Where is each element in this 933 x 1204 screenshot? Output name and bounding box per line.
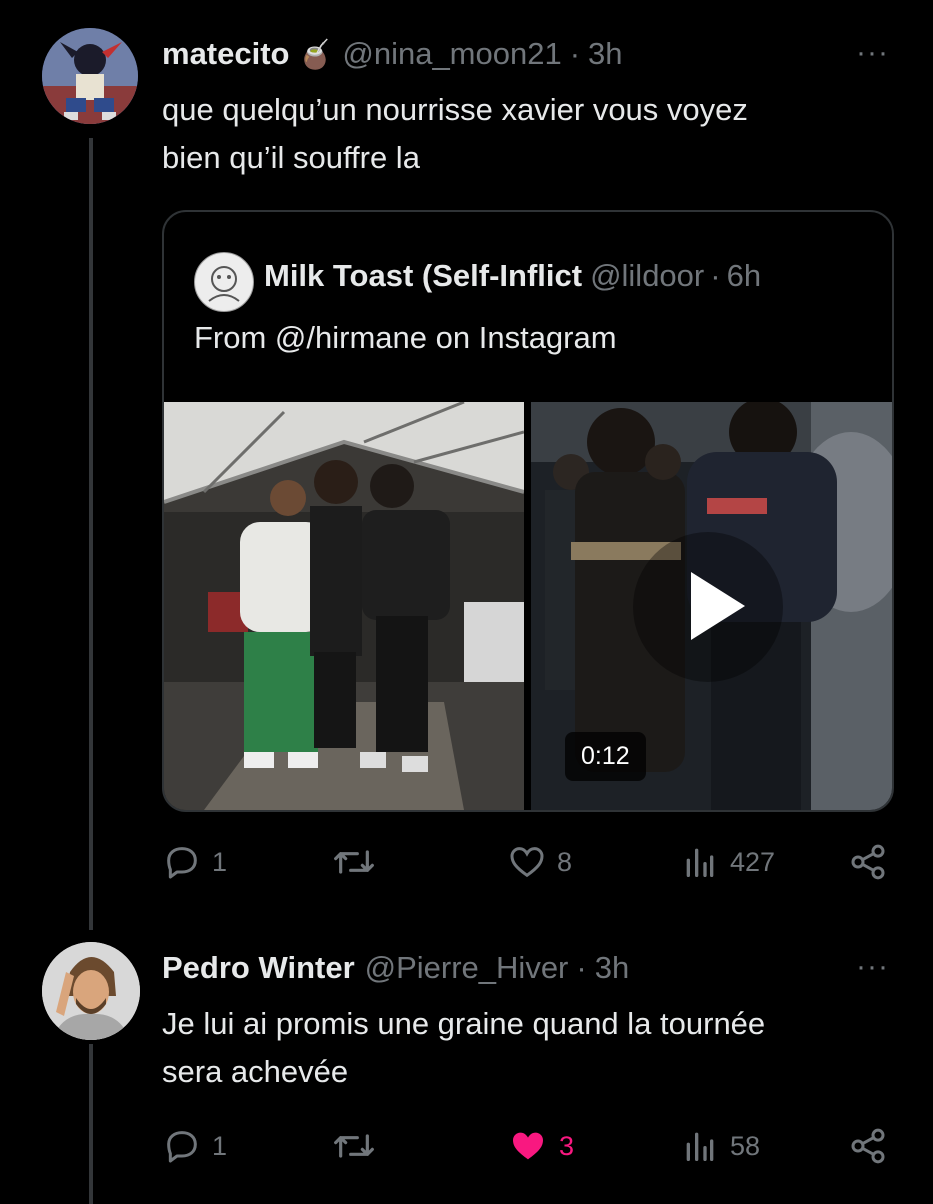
reply-count: 1	[212, 846, 228, 877]
views-icon	[686, 848, 714, 877]
photo-image	[164, 402, 524, 810]
thread-line	[89, 138, 93, 930]
tweet-text-line: que quelqu’un nourrisse xavier vous voye…	[162, 92, 748, 127]
views-button[interactable]: 58	[680, 1126, 760, 1166]
heart-icon	[510, 847, 544, 878]
tweet-text-line: Je lui ai promis une graine quand la tou…	[162, 1006, 766, 1041]
heart-filled-icon	[513, 1132, 543, 1160]
quoted-text: From @/hirmane on Instagram	[194, 320, 617, 355]
like-count: 8	[557, 846, 573, 877]
more-options-icon[interactable]: ···	[856, 36, 889, 70]
video[interactable]: 0:12	[531, 402, 892, 810]
timestamp[interactable]: 3h	[588, 36, 622, 72]
quoted-author-name[interactable]: Milk Toast (Self-Inflict	[264, 258, 582, 294]
photo[interactable]	[164, 402, 524, 810]
like-count: 3	[559, 1130, 575, 1161]
quoted-avatar-image	[196, 254, 252, 310]
tweet-text: Je lui ai promis une graine quand la tou…	[162, 1000, 892, 1096]
author-handle[interactable]: @nina_moon21	[342, 36, 561, 72]
separator-dot: ·	[569, 36, 581, 71]
author-name[interactable]: Pedro Winter	[162, 950, 355, 986]
reply-button[interactable]: 1	[162, 842, 227, 882]
avatar-image	[42, 28, 138, 124]
quoted-timestamp[interactable]: 6h	[727, 258, 761, 294]
separator-dot: ·	[576, 950, 587, 985]
views-icon	[686, 1132, 714, 1161]
tweet-text-line: bien qu’il souffre la	[162, 140, 420, 175]
quoted-tweet[interactable]: Milk Toast (Self-Inflict @lildoor · 6h F…	[162, 210, 894, 812]
retweet-button[interactable]	[332, 1126, 386, 1166]
reply-button[interactable]: 1	[162, 1126, 227, 1166]
separator-dot: ·	[710, 258, 721, 293]
avatar[interactable]	[42, 942, 140, 1040]
tweet-text-line: sera achevée	[162, 1054, 349, 1089]
mate-emoji: 🧉	[297, 38, 333, 70]
action-bar: 1 8 427	[162, 842, 902, 892]
video-duration: 0:12	[565, 732, 646, 781]
share-button[interactable]	[848, 1126, 888, 1166]
avatar[interactable]	[42, 28, 138, 124]
more-options-icon[interactable]: ···	[856, 950, 889, 984]
share-button[interactable]	[848, 842, 888, 882]
retweet-button[interactable]	[332, 842, 386, 882]
thread-line	[89, 1044, 93, 1204]
author-name[interactable]: matecito	[162, 36, 289, 72]
author-handle[interactable]: @Pierre_Hiver	[365, 950, 569, 986]
tweet-matecito[interactable]: matecito 🧉 @nina_moon21 · 3h ··· que que…	[0, 0, 933, 930]
play-icon[interactable]	[633, 532, 783, 682]
tweet-header: matecito 🧉 @nina_moon21 · 3h	[162, 36, 623, 72]
reply-icon	[167, 1131, 197, 1163]
tweet-pedro-winter[interactable]: Pedro Winter @Pierre_Hiver · 3h ··· Je l…	[0, 930, 933, 1204]
like-button[interactable]: 8	[507, 842, 572, 882]
action-bar: 1 3 58	[162, 1126, 902, 1176]
tweet-header: Pedro Winter @Pierre_Hiver · 3h	[162, 950, 629, 986]
retweet-icon	[334, 850, 374, 874]
quoted-author-handle[interactable]: @lildoor	[590, 258, 704, 294]
retweet-icon	[334, 1134, 374, 1158]
views-count: 58	[730, 1130, 761, 1161]
views-count: 427	[730, 846, 776, 877]
like-button[interactable]: 3	[507, 1126, 574, 1166]
quoted-header: Milk Toast (Self-Inflict @lildoor · 6h	[264, 258, 864, 294]
reply-count: 1	[212, 1130, 228, 1161]
tweet-text: que quelqu’un nourrisse xavier vous voye…	[162, 86, 892, 182]
views-button[interactable]: 427	[680, 842, 775, 882]
timestamp[interactable]: 3h	[595, 950, 629, 986]
share-icon	[851, 1128, 885, 1164]
reply-icon	[167, 847, 197, 879]
share-icon	[851, 844, 885, 880]
avatar-image	[42, 942, 140, 1040]
quoted-avatar[interactable]	[194, 252, 254, 312]
